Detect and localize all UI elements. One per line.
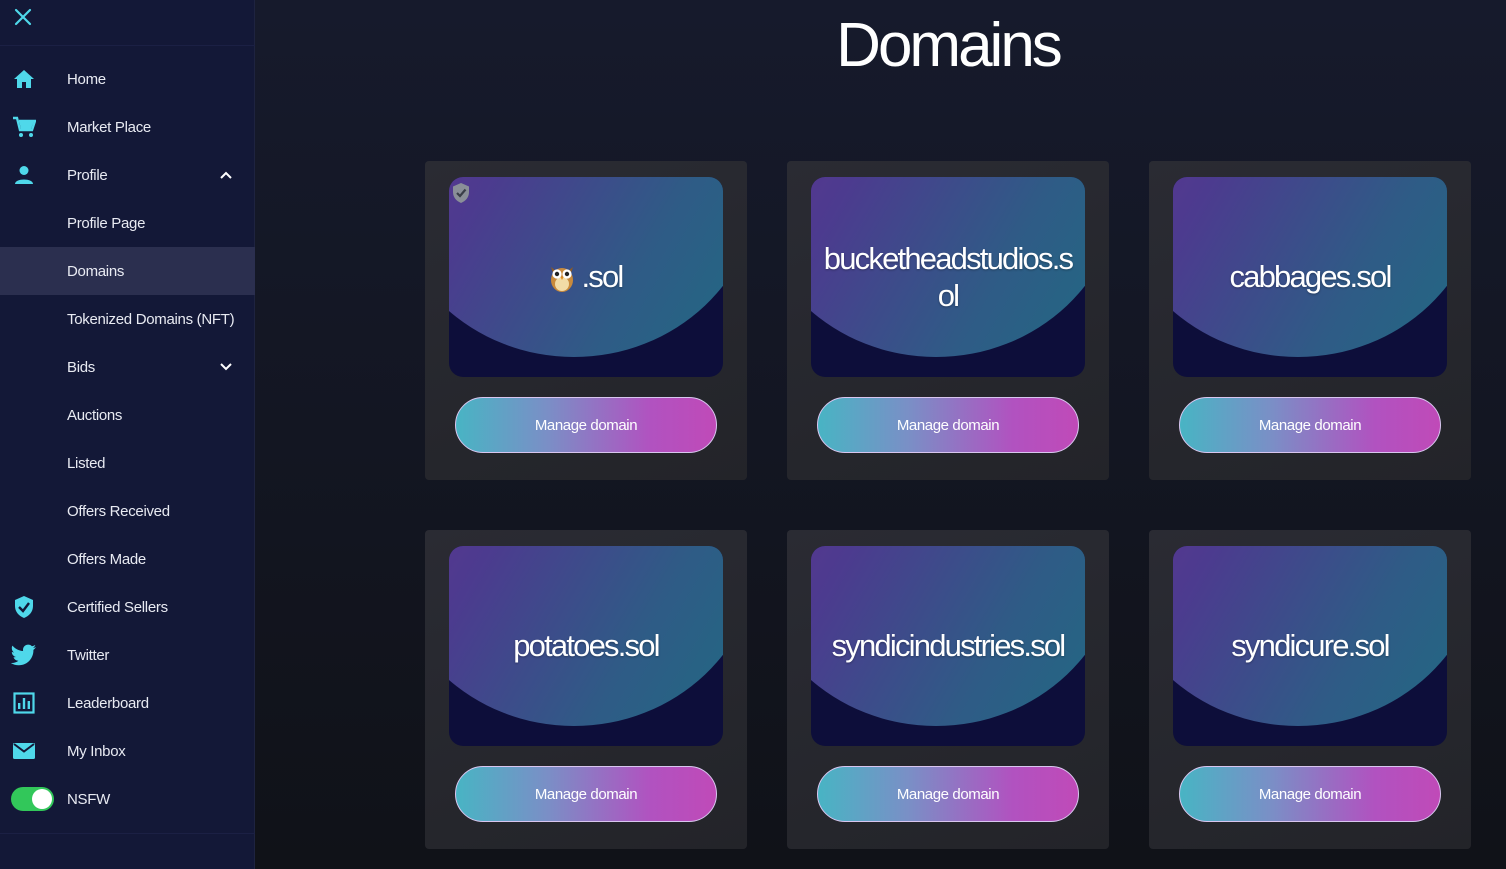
domain-card: bucketheadstudios.sol Manage domain [787, 161, 1109, 480]
sidebar-item-offers-made[interactable]: Offers Made [0, 535, 255, 583]
domain-card: potatoes.sol Manage domain [425, 530, 747, 849]
sidebar-item-profile[interactable]: Profile [0, 151, 255, 199]
sidebar-item-leaderboard[interactable]: Leaderboard [0, 679, 255, 727]
chevron-down-icon[interactable] [216, 357, 236, 377]
sidebar-item-label: Profile [67, 166, 108, 184]
sidebar-item-auctions[interactable]: Auctions [0, 391, 255, 439]
verified-shield-icon [451, 182, 471, 204]
domain-name: syndicindustries.sol [831, 628, 1067, 664]
twitter-icon [11, 643, 37, 667]
manage-domain-button[interactable]: Manage domain [1179, 397, 1441, 453]
owl-icon [549, 261, 575, 293]
domain-card: syndicure.sol Manage domain [1149, 530, 1471, 849]
sidebar-item-nsfw: NSFW [0, 775, 255, 823]
person-icon [11, 163, 37, 187]
cart-icon [11, 115, 37, 139]
domain-art: syndicindustries.sol [811, 546, 1085, 746]
domain-name: potatoes.sol [513, 628, 660, 664]
sidebar-item-label: Domains [67, 262, 125, 280]
manage-domain-button[interactable]: Manage domain [1179, 766, 1441, 822]
page-title: Domains [836, 11, 1063, 80]
close-icon[interactable] [10, 4, 36, 30]
sidebar-item-certified-sellers[interactable]: Certified Sellers [0, 583, 255, 631]
sidebar-item-label: Twitter [67, 646, 110, 664]
sidebar-item-market-place[interactable]: Market Place [0, 103, 255, 151]
domain-art: syndicure.sol [1173, 546, 1447, 746]
sidebar-item-label: Offers Made [67, 550, 146, 568]
domain-name: bucketheadstudios.sol [823, 240, 1074, 313]
sidebar-item-my-inbox[interactable]: My Inbox [0, 727, 255, 775]
sidebar-item-label: Home [67, 70, 106, 88]
home-icon [11, 67, 37, 91]
chart-icon [11, 691, 37, 715]
sidebar-divider [0, 833, 255, 834]
sidebar-item-home[interactable]: Home [0, 55, 255, 103]
nsfw-toggle[interactable] [11, 787, 54, 811]
sidebar-item-label: Leaderboard [67, 694, 149, 712]
sidebar-divider [0, 45, 255, 46]
sidebar-item-label: NSFW [67, 790, 110, 808]
domain-name: .sol [581, 259, 624, 295]
sidebar-item-bids[interactable]: Bids [0, 343, 255, 391]
domain-art: cabbages.sol [1173, 177, 1447, 377]
domain-card: syndicindustries.sol Manage domain [787, 530, 1109, 849]
sidebar-item-label: Market Place [67, 118, 151, 136]
sidebar-item-twitter[interactable]: Twitter [0, 631, 255, 679]
manage-domain-button[interactable]: Manage domain [817, 766, 1079, 822]
sidebar-nav: Home Market Place Profile Profile Page D… [0, 55, 255, 823]
domain-art: bucketheadstudios.sol [811, 177, 1085, 377]
sidebar-item-label: My Inbox [67, 742, 126, 760]
sidebar-item-listed[interactable]: Listed [0, 439, 255, 487]
sidebar: Home Market Place Profile Profile Page D… [0, 0, 255, 869]
domain-card: cabbages.sol Manage domain [1149, 161, 1471, 480]
sidebar-item-offers-received[interactable]: Offers Received [0, 487, 255, 535]
sidebar-item-label: Bids [67, 358, 95, 376]
mail-icon [11, 739, 37, 763]
sidebar-item-domains[interactable]: Domains [0, 247, 255, 295]
domain-name: cabbages.sol [1229, 259, 1392, 295]
sidebar-item-label: Offers Received [67, 502, 170, 520]
sidebar-item-label: Tokenized Domains (NFT) [67, 310, 235, 328]
shield-check-icon [11, 595, 37, 619]
chevron-up-icon[interactable] [216, 165, 236, 185]
domain-card: .sol Manage domain [425, 161, 747, 480]
manage-domain-button[interactable]: Manage domain [455, 397, 717, 453]
domain-name-wrap: .sol [449, 177, 723, 377]
domain-art: .sol [449, 177, 723, 377]
sidebar-item-tokenized-domains[interactable]: Tokenized Domains (NFT) [0, 295, 255, 343]
manage-domain-button[interactable]: Manage domain [455, 766, 717, 822]
domain-art: potatoes.sol [449, 546, 723, 746]
sidebar-item-label: Listed [67, 454, 106, 472]
manage-domain-button[interactable]: Manage domain [817, 397, 1079, 453]
sidebar-item-profile-page[interactable]: Profile Page [0, 199, 255, 247]
toggle-knob [32, 789, 52, 809]
sidebar-item-label: Certified Sellers [67, 598, 168, 616]
domain-name: syndicure.sol [1231, 628, 1390, 664]
sidebar-item-label: Auctions [67, 406, 123, 424]
sidebar-item-label: Profile Page [67, 214, 146, 232]
